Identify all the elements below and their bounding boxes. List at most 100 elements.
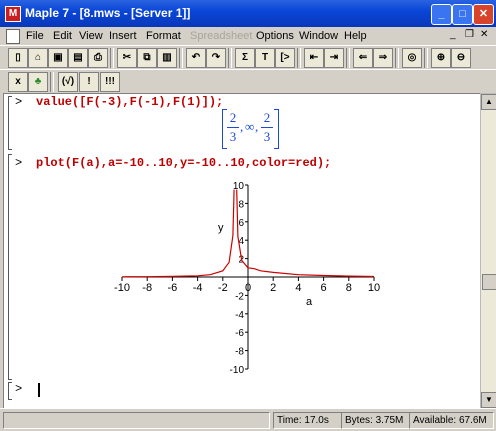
x-tick-label: -8 — [142, 282, 152, 294]
execute-icon[interactable]: ! — [79, 72, 99, 92]
menu-options[interactable]: Options — [256, 30, 294, 42]
toolbar-separator — [346, 48, 350, 68]
vertical-scrollbar[interactable]: ▲ ▼ — [480, 93, 496, 409]
menu-format[interactable]: Format — [146, 30, 181, 42]
x-tick-label: -4 — [193, 282, 203, 294]
status-available: Available: 67.6M — [409, 412, 494, 429]
input-prompt: > — [15, 95, 23, 109]
stop-icon[interactable]: ◎ — [402, 48, 422, 68]
save-icon[interactable]: ▣ — [48, 48, 68, 68]
menu-insert[interactable]: Insert — [109, 30, 137, 42]
menu-file[interactable]: File — [26, 30, 44, 42]
document-icon[interactable] — [6, 29, 20, 44]
input-prompt: > — [15, 156, 23, 170]
copy-icon[interactable]: ⧉ — [137, 48, 157, 68]
close-button[interactable]: ✕ — [473, 4, 494, 25]
plot-output[interactable]: -10 -8 -6 -4 -2 0 2 4 6 8 10108642-2-4-6-8-10 a y — [4, 177, 480, 382]
status-bytes: Bytes: 3.75M — [341, 412, 410, 429]
execute-all-icon[interactable]: !!! — [100, 72, 120, 92]
open-file-icon[interactable]: ⌂ — [28, 48, 48, 68]
outdent-icon[interactable]: ⇤ — [304, 48, 324, 68]
maximize-button[interactable]: □ — [452, 4, 473, 25]
mdi-close-icon[interactable]: ✕ — [480, 29, 488, 40]
fraction: 2 3 — [227, 109, 239, 146]
command-input[interactable]: value([F(-3),F(-1),F(1)]); — [36, 95, 223, 109]
maple-leaf-icon[interactable]: ♣ — [28, 72, 48, 92]
infinity-symbol: ∞ — [245, 119, 255, 134]
input-prompt: > — [15, 382, 23, 396]
forward-icon[interactable]: ⇒ — [373, 48, 393, 68]
scroll-down-icon[interactable]: ▼ — [481, 392, 496, 408]
maple-notation-icon[interactable]: x — [8, 72, 28, 92]
y-tick-label: 8 — [238, 199, 244, 210]
redo-icon[interactable]: ↷ — [206, 48, 226, 68]
math-input-icon[interactable]: Σ — [235, 48, 255, 68]
undo-icon[interactable]: ↶ — [186, 48, 206, 68]
y-tick-label: -8 — [235, 347, 244, 358]
denominator: 3 — [261, 127, 273, 146]
x-axis-label: a — [306, 296, 313, 308]
print-icon[interactable]: ⎙ — [88, 48, 108, 68]
toolbar-separator — [228, 48, 232, 68]
check-syntax-icon[interactable]: (√) — [58, 72, 78, 92]
title-bar: M Maple 7 - [8.mws - [Server 1]] _ □ ✕ — [0, 0, 496, 27]
command-input[interactable]: plot(F(a),a=-10..10,y=-10..10,color=red)… — [36, 156, 331, 170]
toolbar-separator — [297, 48, 301, 68]
cut-icon[interactable]: ✂ — [117, 48, 137, 68]
toolbar-separator — [50, 72, 54, 92]
menu-spreadsheet: Spreadsheet — [190, 30, 253, 42]
y-tick-label: -2 — [235, 291, 244, 302]
worksheet-area[interactable]: > value([F(-3),F(-1),F(1)]); 2 3 , ∞ , 2… — [3, 93, 481, 409]
toolbar-separator — [179, 48, 183, 68]
y-axis-label: y — [218, 222, 224, 234]
menu-help[interactable]: Help — [344, 30, 367, 42]
right-bracket — [274, 109, 279, 149]
text-input-icon[interactable]: T — [255, 48, 275, 68]
x-tick-label: -10 — [114, 282, 130, 294]
menu-bar: File Edit View Insert Format Spreadsheet… — [0, 27, 496, 45]
toolbar-separator — [395, 48, 399, 68]
zoom-in-icon[interactable]: ⊕ — [431, 48, 451, 68]
toolbar-separator — [424, 48, 428, 68]
context-toolbar: x ♣ (√) ! !!! — [0, 69, 496, 94]
scroll-up-icon[interactable]: ▲ — [481, 94, 496, 110]
maple-app-icon[interactable]: M — [5, 6, 21, 22]
numerator: 2 — [229, 110, 237, 125]
indent-icon[interactable]: ⇥ — [324, 48, 344, 68]
x-tick-label: 0 — [245, 282, 251, 294]
status-time: Time: 17.0s — [273, 412, 342, 429]
save-all-icon[interactable]: ▤ — [68, 48, 88, 68]
paste-icon[interactable]: ▥ — [157, 48, 177, 68]
insert-prompt-icon[interactable]: [> — [275, 48, 295, 68]
plot-series-line — [236, 189, 375, 278]
x-tick-label: 2 — [270, 282, 276, 294]
main-toolbar: ▯ ⌂ ▣ ▤ ⎙ ✂ ⧉ ▥ ↶ ↷ Σ T [> ⇤ ⇥ ⇐ ⇒ ◎ ⊕ ⊖ — [0, 45, 496, 70]
zoom-out-icon[interactable]: ⊖ — [451, 48, 471, 68]
window-title: Maple 7 - [8.mws - [Server 1]] — [25, 6, 191, 20]
denominator: 3 — [227, 127, 239, 146]
y-tick-label: -6 — [235, 328, 244, 339]
comma: , — [240, 119, 244, 134]
status-message — [3, 412, 270, 429]
menu-window[interactable]: Window — [299, 30, 338, 42]
menu-edit[interactable]: Edit — [53, 30, 72, 42]
mdi-restore-icon[interactable]: ❐ — [465, 29, 474, 40]
x-tick-label: 4 — [295, 282, 301, 294]
y-tick-label: -4 — [235, 310, 244, 321]
y-tick-label: -10 — [230, 365, 245, 376]
back-icon[interactable]: ⇐ — [353, 48, 373, 68]
x-tick-label: 10 — [368, 282, 380, 294]
minimize-button[interactable]: _ — [431, 4, 452, 25]
x-tick-label: 8 — [346, 282, 352, 294]
mdi-minimize-icon[interactable]: _ — [450, 29, 456, 40]
new-file-icon[interactable]: ▯ — [8, 48, 28, 68]
status-bar: Time: 17.0s Bytes: 3.75M Available: 67.6… — [0, 408, 496, 431]
execution-group-bracket[interactable] — [8, 382, 12, 400]
numerator: 2 — [263, 110, 271, 125]
execution-group-bracket[interactable] — [8, 96, 12, 150]
fraction: 2 3 — [261, 109, 273, 146]
menu-view[interactable]: View — [79, 30, 103, 42]
scroll-thumb[interactable] — [482, 274, 496, 290]
x-tick-label: -2 — [218, 282, 228, 294]
toolbar-separator — [110, 48, 114, 68]
